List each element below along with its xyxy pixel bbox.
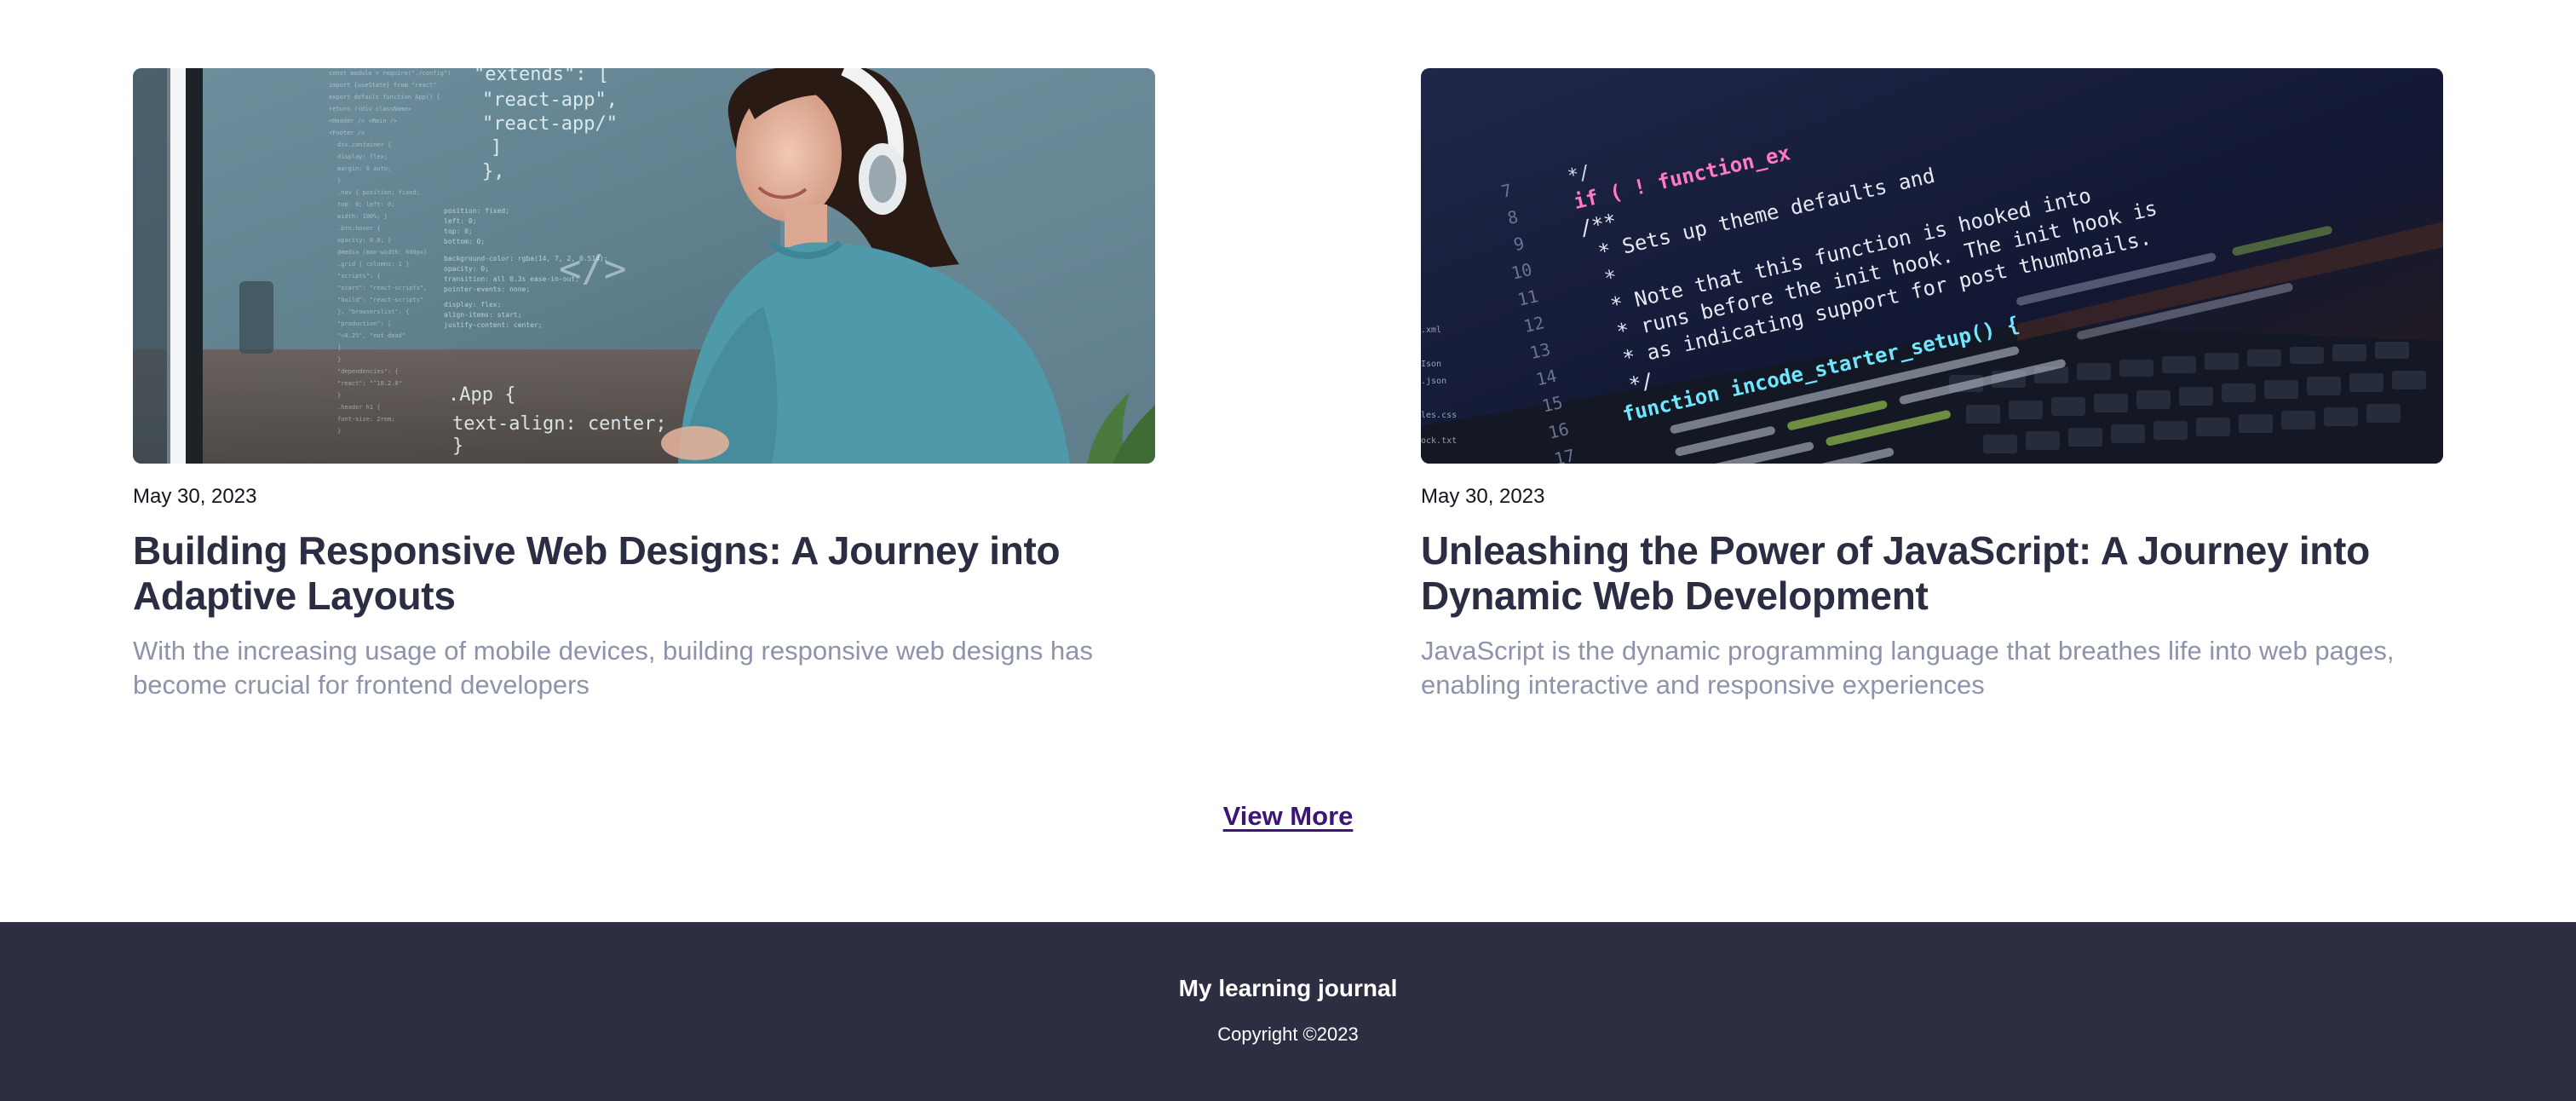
- svg-text:display: flex;: display: flex;: [337, 153, 388, 160]
- svg-text:<Footer />: <Footer />: [329, 130, 365, 136]
- svg-text:@media (max-width: 600px): @media (max-width: 600px): [337, 249, 427, 256]
- svg-text:"react-app",: "react-app",: [482, 89, 618, 111]
- svg-text:}: }: [337, 177, 341, 184]
- svg-text:return (<div className>: return (<div className>: [329, 106, 411, 112]
- svg-text:"scripts": {: "scripts": {: [337, 273, 381, 280]
- svg-text:display: flex;: display: flex;: [444, 301, 501, 308]
- post-date: May 30, 2023: [1421, 485, 1545, 508]
- svg-text:export default function App(): export default function App() {: [329, 94, 440, 101]
- svg-text:<Header /> <Main />: <Header /> <Main />: [329, 118, 397, 124]
- svg-text:ock.txt: ock.txt: [1421, 436, 1457, 446]
- svg-text:"build": "react-scripts": "build": "react-scripts": [337, 297, 423, 303]
- svg-text:.btn:hover {: .btn:hover {: [337, 225, 381, 232]
- svg-text:margin: 0 auto;: margin: 0 auto;: [337, 165, 391, 172]
- svg-text:bottom: 0;: bottom: 0;: [444, 238, 485, 245]
- post-thumbnail-image: const module = require("./config") impor…: [133, 68, 1155, 464]
- post-card[interactable]: const module = require("./config") impor…: [133, 68, 1155, 702]
- svg-text:opacity: 0.8; }: opacity: 0.8; }: [337, 237, 391, 244]
- svg-text:</>: </>: [559, 247, 626, 291]
- svg-text:import {useState} from "react": import {useState} from "react": [329, 82, 436, 89]
- footer-copyright: Copyright ©2023: [1217, 1023, 1359, 1045]
- svg-text:position: fixed;: position: fixed;: [444, 207, 509, 215]
- post-excerpt: With the increasing usage of mobile devi…: [133, 636, 1093, 700]
- svg-text:.json: .json: [1421, 377, 1446, 386]
- svg-text:.App {: .App {: [448, 384, 515, 406]
- svg-text:div.container {: div.container {: [337, 141, 391, 148]
- post-title[interactable]: Unleashing the Power of JavaScript: A Jo…: [1421, 528, 2443, 619]
- svg-text:.nav { position: fixed;: .nav { position: fixed;: [337, 189, 420, 196]
- svg-text:width: 100%; }: width: 100%; }: [337, 213, 388, 220]
- svg-text:.grid { columns: 1 }: .grid { columns: 1 }: [337, 261, 409, 268]
- view-more-link[interactable]: View More: [1223, 801, 1354, 831]
- svg-text:pointer-events: none;: pointer-events: none;: [444, 285, 530, 293]
- svg-text:"react-app/": "react-app/": [482, 113, 618, 135]
- page: const module = require("./config") impor…: [0, 0, 2576, 1101]
- svg-text:}: }: [337, 392, 341, 399]
- posts-grid: const module = require("./config") impor…: [133, 68, 2443, 702]
- svg-text:opacity: 0;: opacity: 0;: [444, 265, 489, 273]
- svg-text:"dependencies": {: "dependencies": {: [337, 368, 399, 375]
- svg-text:}, "browserslist": {: }, "browserslist": {: [337, 308, 409, 315]
- post-card[interactable]: 7 8 9 10 11 12 13 14 15 16 17 18: [1421, 68, 2443, 702]
- svg-text:font-size: 2rem;: font-size: 2rem;: [337, 416, 394, 423]
- svg-text:}: }: [337, 356, 341, 363]
- svg-text:justify-content: center;: justify-content: center;: [444, 321, 543, 329]
- svg-text:top: 0; left: 0;: top: 0; left: 0;: [337, 201, 394, 208]
- svg-text:}: }: [337, 428, 341, 435]
- footer-title: My learning journal: [1178, 975, 1398, 1001]
- svg-text:"production": [: "production": [: [337, 320, 391, 327]
- svg-text:text-align: center;: text-align: center;: [452, 413, 667, 435]
- svg-text:const module = require("./conf: const module = require("./config"): [329, 70, 451, 77]
- post-title[interactable]: Building Responsive Web Designs: A Journ…: [133, 528, 1155, 619]
- post-thumbnail[interactable]: 7 8 9 10 11 12 13 14 15 16 17 18: [1421, 68, 2443, 464]
- svg-text:}: }: [452, 435, 463, 457]
- svg-text:align-items: start;: align-items: start;: [444, 311, 522, 319]
- view-more-container: View More: [0, 801, 2576, 832]
- post-excerpt: JavaScript is the dynamic programming la…: [1421, 636, 2395, 700]
- svg-text:.xml: .xml: [1421, 326, 1441, 335]
- post-date: May 30, 2023: [133, 485, 257, 508]
- svg-text:top: 0;: top: 0;: [444, 228, 473, 235]
- svg-text:"start": "react-scripts",: "start": "react-scripts",: [337, 285, 427, 291]
- site-footer: My learning journal Copyright ©2023: [0, 922, 2576, 1101]
- svg-text:"extends": [: "extends": [: [474, 68, 609, 85]
- svg-text:left: 0;: left: 0;: [444, 217, 477, 225]
- svg-text:les.css: les.css: [1421, 411, 1457, 420]
- post-thumbnail-image: 7 8 9 10 11 12 13 14 15 16 17 18: [1421, 68, 2443, 464]
- svg-text:]: ]: [491, 137, 502, 159]
- svg-text:">0.2%", "not dead": ">0.2%", "not dead": [337, 332, 405, 339]
- svg-text:"react": "^18.2.0": "react": "^18.2.0": [337, 380, 402, 387]
- svg-text:Ison: Ison: [1421, 360, 1441, 369]
- svg-text:]: ]: [337, 344, 341, 351]
- svg-text:.header h1 {: .header h1 {: [337, 404, 381, 411]
- svg-text:},: },: [482, 161, 505, 182]
- post-thumbnail[interactable]: const module = require("./config") impor…: [133, 68, 1155, 464]
